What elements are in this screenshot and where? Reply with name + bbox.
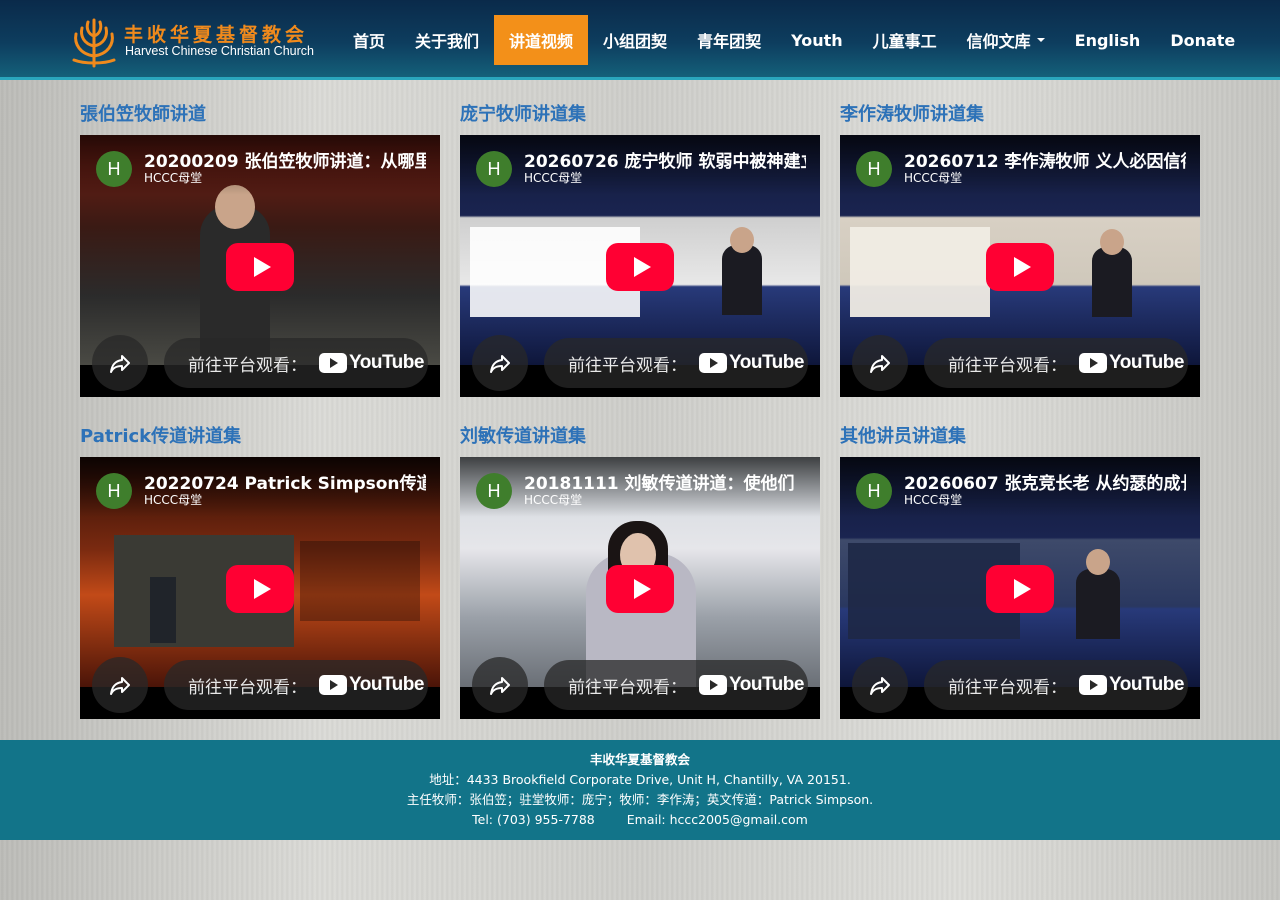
nav-sermon-videos[interactable]: 讲道视频: [494, 15, 589, 65]
play-button[interactable]: [606, 565, 674, 613]
footer-contact: Tel: (703) 955-7788 Email: hccc2005@gmai…: [0, 810, 1280, 830]
share-button[interactable]: [852, 657, 908, 713]
video-player[interactable]: H 20260726 庞宁牧师 软弱中被神建立 HCCC母堂 前往平台观看： Y…: [460, 135, 820, 397]
share-icon: [490, 355, 510, 373]
nav-about[interactable]: 关于我们: [400, 15, 494, 65]
channel-name[interactable]: HCCC母堂: [524, 169, 582, 186]
channel-avatar[interactable]: H: [856, 473, 892, 509]
channel-avatar[interactable]: H: [856, 151, 892, 187]
section-heading[interactable]: 其他讲员讲道集: [840, 422, 1200, 450]
nav-english[interactable]: English: [1060, 15, 1156, 65]
channel-name[interactable]: HCCC母堂: [904, 491, 962, 508]
watch-on-label: 前往平台观看：: [188, 355, 307, 376]
footer-pastors: 主任牧师：张伯笠；驻堂牧师：庞宁；牧师：李作涛；英文传道：Patrick Sim…: [406, 792, 874, 807]
watch-on-youtube-button[interactable]: 前往平台观看： YouTube: [924, 660, 1188, 710]
share-icon: [110, 355, 130, 373]
sermon-section: 刘敏传道讲道集 H 20181111 刘敏传道讲道：使他们 HCCC母堂 前往平…: [460, 422, 820, 719]
main-nav: 首页 关于我们 讲道视频 小组团契 青年团契 Youth 儿童事工 信仰文库 E…: [338, 15, 1250, 65]
youtube-logo: YouTube: [699, 352, 804, 374]
share-icon: [490, 677, 510, 695]
watch-on-youtube-button[interactable]: 前往平台观看： YouTube: [164, 338, 428, 388]
channel-name[interactable]: HCCC母堂: [524, 491, 582, 508]
share-button[interactable]: [472, 657, 528, 713]
channel-name[interactable]: HCCC母堂: [144, 491, 202, 508]
share-icon: [110, 677, 130, 695]
watch-on-label: 前往平台观看：: [568, 355, 687, 376]
youtube-play-icon: [1079, 675, 1107, 695]
share-button[interactable]: [92, 657, 148, 713]
nav-donate[interactable]: Donate: [1155, 15, 1250, 65]
share-icon: [870, 677, 890, 695]
footer-church-name: 丰收华夏基督教会: [589, 752, 690, 767]
section-heading[interactable]: Patrick传道讲道集: [80, 422, 440, 450]
footer-email[interactable]: Email: hccc2005@gmail.com: [627, 810, 808, 830]
youtube-play-icon: [319, 675, 347, 695]
sermon-section: 其他讲员讲道集 H 20260607 张克竞长老 从约瑟的成长 HCCC母堂 前…: [840, 422, 1200, 719]
nav-youth-fellowship[interactable]: 青年团契: [682, 15, 776, 65]
play-button[interactable]: [986, 565, 1054, 613]
play-button[interactable]: [986, 243, 1054, 291]
watch-on-youtube-button[interactable]: 前往平台观看： YouTube: [164, 660, 428, 710]
caret-down-icon: [1036, 38, 1045, 42]
youtube-play-icon: [319, 353, 347, 373]
footer-address: 地址：4433 Brookfield Corporate Drive, Unit…: [429, 772, 851, 787]
channel-avatar[interactable]: H: [476, 473, 512, 509]
sermon-section: Patrick传道讲道集 H 20220724 Patrick Simpson传…: [80, 422, 440, 719]
channel-name[interactable]: HCCC母堂: [144, 169, 202, 186]
nav-small-groups[interactable]: 小组团契: [588, 15, 682, 65]
channel-avatar[interactable]: H: [96, 473, 132, 509]
logo-english-name: Harvest Chinese Christian Church: [125, 44, 314, 58]
sermon-section: 張伯笠牧師讲道 H 20200209 张伯笠牧师讲道：从哪里 HCCC母堂 前往…: [80, 100, 440, 397]
nav-faith-library-label: 信仰文库: [966, 32, 1031, 51]
site-logo[interactable]: 丰收华夏基督教会 Harvest Chinese Christian Churc…: [68, 10, 328, 68]
youtube-logo: YouTube: [1079, 674, 1184, 696]
wheat-logo-icon: [72, 18, 116, 68]
logo-chinese-name: 丰收华夏基督教会: [124, 24, 309, 46]
video-player[interactable]: H 20181111 刘敏传道讲道：使他们 HCCC母堂 前往平台观看： You…: [460, 457, 820, 719]
video-player[interactable]: H 20260712 李作涛牧师 义人必因信得生 HCCC母堂 前往平台观看： …: [840, 135, 1200, 397]
section-heading[interactable]: 刘敏传道讲道集: [460, 422, 820, 450]
play-button[interactable]: [606, 243, 674, 291]
youtube-logo: YouTube: [699, 674, 804, 696]
channel-name[interactable]: HCCC母堂: [904, 169, 962, 186]
channel-avatar[interactable]: H: [96, 151, 132, 187]
youtube-logo: YouTube: [319, 674, 424, 696]
site-footer: 丰收华夏基督教会 地址：4433 Brookfield Corporate Dr…: [0, 740, 1280, 840]
share-icon: [870, 355, 890, 373]
play-button[interactable]: [226, 243, 294, 291]
share-button[interactable]: [472, 335, 528, 391]
sermon-section: 李作涛牧师讲道集 H 20260712 李作涛牧师 义人必因信得生 HCCC母堂…: [840, 100, 1200, 397]
section-heading[interactable]: 張伯笠牧師讲道: [80, 100, 440, 128]
youtube-logo: YouTube: [1079, 352, 1184, 374]
section-heading[interactable]: 李作涛牧师讲道集: [840, 100, 1200, 128]
video-player[interactable]: H 20200209 张伯笠牧师讲道：从哪里 HCCC母堂 前往平台观看： Yo…: [80, 135, 440, 397]
sermon-section: 庞宁牧师讲道集 H 20260726 庞宁牧师 软弱中被神建立 HCCC母堂 前…: [460, 100, 820, 397]
watch-on-label: 前往平台观看：: [568, 677, 687, 698]
site-header: 丰收华夏基督教会 Harvest Chinese Christian Churc…: [0, 0, 1280, 80]
nav-home[interactable]: 首页: [338, 15, 400, 65]
youtube-play-icon: [1079, 353, 1107, 373]
play-button[interactable]: [226, 565, 294, 613]
youtube-play-icon: [699, 675, 727, 695]
share-button[interactable]: [852, 335, 908, 391]
watch-on-youtube-button[interactable]: 前往平台观看： YouTube: [544, 338, 808, 388]
video-player[interactable]: H 20220724 Patrick Simpson传道 不可停止聚会 HCCC…: [80, 457, 440, 719]
footer-phone: Tel: (703) 955-7788: [472, 812, 595, 827]
nav-children-ministry[interactable]: 儿童事工: [858, 15, 952, 65]
section-heading[interactable]: 庞宁牧师讲道集: [460, 100, 820, 128]
watch-on-label: 前往平台观看：: [188, 677, 307, 698]
share-button[interactable]: [92, 335, 148, 391]
channel-avatar[interactable]: H: [476, 151, 512, 187]
video-player[interactable]: H 20260607 张克竞长老 从约瑟的成长 HCCC母堂 前往平台观看： Y…: [840, 457, 1200, 719]
youtube-play-icon: [699, 353, 727, 373]
youtube-logo: YouTube: [319, 352, 424, 374]
watch-on-youtube-button[interactable]: 前往平台观看： YouTube: [544, 660, 808, 710]
watch-on-youtube-button[interactable]: 前往平台观看： YouTube: [924, 338, 1188, 388]
nav-faith-library[interactable]: 信仰文库: [952, 15, 1060, 65]
watch-on-label: 前往平台观看：: [948, 355, 1067, 376]
watch-on-label: 前往平台观看：: [948, 677, 1067, 698]
nav-youth[interactable]: Youth: [776, 15, 858, 65]
